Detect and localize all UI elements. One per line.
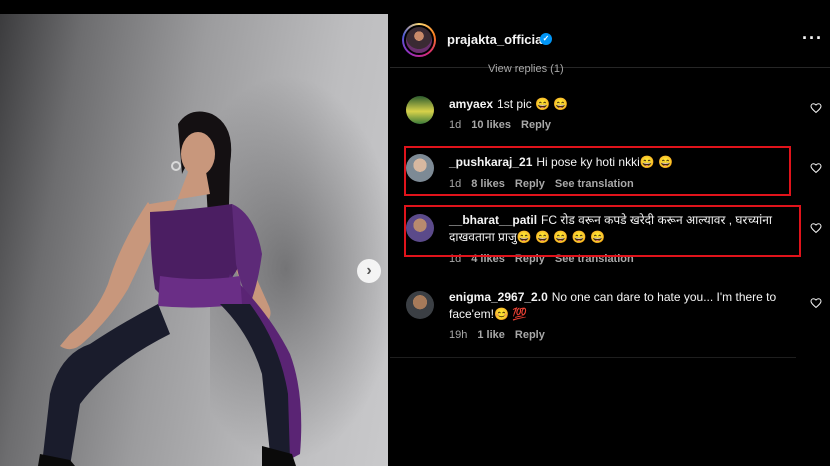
chevron-right-icon[interactable]: › xyxy=(357,259,381,283)
comment-meta: 1d 10 likes Reply xyxy=(449,119,561,131)
like-heart-icon[interactable] xyxy=(810,102,822,114)
more-options-icon[interactable]: ··· xyxy=(802,28,823,49)
comment-username[interactable]: enigma_2967_2.0 xyxy=(449,290,548,304)
highlight-box xyxy=(404,205,801,257)
reply-button[interactable]: Reply xyxy=(521,119,551,131)
comment-likes[interactable]: 10 likes xyxy=(471,119,511,131)
verified-badge-icon: ✓ xyxy=(540,33,552,45)
comment-body: amyaex 1st pic 😄 😄 xyxy=(449,96,799,113)
author-avatar[interactable] xyxy=(402,23,436,57)
like-heart-icon[interactable] xyxy=(810,222,822,234)
reply-button[interactable]: Reply xyxy=(515,329,545,341)
comment-likes[interactable]: 1 like xyxy=(477,329,505,341)
highlight-box xyxy=(404,146,791,196)
comment-username[interactable]: amyaex xyxy=(449,97,493,111)
comments-panel: prajakta_official ✓ ··· View replies (1)… xyxy=(390,14,830,466)
woman-figure-illustration xyxy=(38,111,302,466)
comment-time[interactable]: 19h xyxy=(449,329,467,341)
author-username[interactable]: prajakta_official xyxy=(447,32,546,47)
comment-meta: 19h 1 like Reply xyxy=(449,329,555,341)
view-replies-link[interactable]: View replies (1) xyxy=(488,63,564,75)
section-divider xyxy=(390,357,796,358)
like-heart-icon[interactable] xyxy=(810,297,822,309)
commenter-avatar[interactable] xyxy=(406,291,434,319)
comment-text: 1st pic 😄 😄 xyxy=(497,97,569,111)
post-header: prajakta_official ✓ ··· xyxy=(390,14,830,68)
commenter-avatar[interactable] xyxy=(406,96,434,124)
like-heart-icon[interactable] xyxy=(810,162,822,174)
comment-time[interactable]: 1d xyxy=(449,119,461,131)
comment-body: enigma_2967_2.0 No one can dare to hate y… xyxy=(449,289,799,323)
post-photo: › xyxy=(0,14,388,466)
